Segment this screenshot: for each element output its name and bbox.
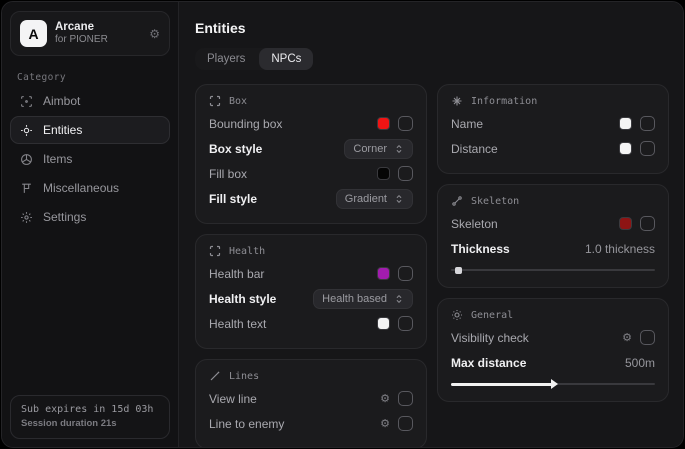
brand-name: Arcane [55, 20, 141, 34]
color-swatch[interactable] [619, 217, 632, 230]
subscription-info: Sub expires in 15d 03h Session duration … [10, 395, 170, 439]
sidebar-item-label: Settings [43, 210, 86, 224]
health-style-dropdown[interactable]: Health based [313, 289, 413, 309]
card-title: Lines [229, 371, 259, 382]
tab-players[interactable]: Players [195, 48, 257, 70]
view-line-gear-icon[interactable]: ⚙ [380, 392, 390, 405]
setting-row: Health bar [209, 261, 413, 286]
sub-expiry-text: Sub expires in 15d 03h [21, 404, 159, 415]
color-swatch[interactable] [377, 317, 390, 330]
chevrons-up-down-icon [394, 194, 404, 204]
crosshair-icon [19, 95, 34, 108]
session-duration-text: Session duration 21s [21, 418, 159, 429]
entities-icon [19, 124, 34, 137]
sidebar-item-label: Items [43, 152, 72, 166]
tab-npcs[interactable]: NPCs [259, 48, 313, 70]
setting-row: Skeleton [451, 211, 655, 236]
health-text-checkbox[interactable] [398, 316, 413, 331]
bounding-box-checkbox[interactable] [398, 116, 413, 131]
setting-row: Box style Corner [209, 136, 413, 161]
brand-subtitle: for PIONER [55, 34, 141, 47]
sidebar-item-items[interactable]: Items [10, 145, 170, 173]
setting-row: Max distance 500m [451, 350, 655, 375]
line-to-enemy-gear-icon[interactable]: ⚙ [380, 417, 390, 430]
setting-row: Thickness 1.0 thickness [451, 236, 655, 261]
slider-thumb[interactable] [455, 267, 462, 274]
setting-row: Health text [209, 311, 413, 336]
gear-icon [19, 211, 34, 224]
settings-gear-icon[interactable]: ⚙ [149, 27, 160, 41]
brand-card: A Arcane for PIONER ⚙ [10, 11, 170, 56]
health-brackets-icon [209, 245, 221, 257]
misc-icon [19, 182, 34, 195]
chevrons-up-down-icon [394, 294, 404, 304]
thickness-slider[interactable] [451, 265, 655, 275]
color-swatch[interactable] [377, 267, 390, 280]
sidebar-item-settings[interactable]: Settings [10, 203, 170, 231]
color-swatch[interactable] [619, 142, 632, 155]
health-bar-checkbox[interactable] [398, 266, 413, 281]
sidebar-item-label: Aimbot [43, 94, 80, 108]
sidebar: A Arcane for PIONER ⚙ Category Aimbot [2, 2, 179, 447]
card-information: Information Name Distance [437, 84, 669, 174]
sidebar-item-label: Entities [43, 123, 82, 137]
card-general: General Visibility check ⚙ Max distance … [437, 298, 669, 402]
page-title: Entities [195, 20, 669, 36]
sidebar-item-entities[interactable]: Entities [10, 116, 170, 144]
name-checkbox[interactable] [640, 116, 655, 131]
sun-icon [451, 309, 463, 321]
box-corners-icon [209, 95, 221, 107]
max-distance-value: 500m [625, 356, 655, 370]
thickness-value: 1.0 thickness [585, 242, 655, 256]
app-window: A Arcane for PIONER ⚙ Category Aimbot [1, 1, 684, 448]
fill-box-checkbox[interactable] [398, 166, 413, 181]
card-title: Information [471, 96, 537, 107]
sidebar-item-aimbot[interactable]: Aimbot [10, 87, 170, 115]
setting-row: Bounding box [209, 111, 413, 136]
card-title: General [471, 310, 513, 321]
card-title: Health [229, 246, 265, 257]
sidebar-nav: Aimbot Entities Items [2, 87, 178, 231]
color-swatch[interactable] [619, 117, 632, 130]
card-title: Box [229, 96, 247, 107]
sparkle-icon [451, 95, 463, 107]
visibility-check-checkbox[interactable] [640, 330, 655, 345]
box-style-dropdown[interactable]: Corner [344, 139, 413, 159]
card-box: Box Bounding box Box style Corner [195, 84, 427, 224]
color-swatch[interactable] [377, 117, 390, 130]
setting-row: Fill style Gradient [209, 186, 413, 211]
setting-row: Fill box [209, 161, 413, 186]
line-to-enemy-checkbox[interactable] [398, 416, 413, 431]
card-lines: Lines View line ⚙ Line to enemy ⚙ [195, 359, 427, 448]
setting-row: Health style Health based [209, 286, 413, 311]
card-skeleton: Skeleton Skeleton Thickness 1.0 thicknes… [437, 184, 669, 288]
card-health: Health Health bar Health style Health ba… [195, 234, 427, 349]
main-panel: Entities Players NPCs Box [179, 2, 683, 447]
target-tabs: Players NPCs [195, 48, 313, 70]
fill-style-dropdown[interactable]: Gradient [336, 189, 413, 209]
chevrons-up-down-icon [394, 144, 404, 154]
sidebar-item-label: Miscellaneous [43, 181, 119, 195]
max-distance-slider[interactable] [451, 379, 655, 389]
cube-icon [19, 153, 34, 166]
distance-checkbox[interactable] [640, 141, 655, 156]
card-title: Skeleton [471, 196, 519, 207]
sidebar-item-miscellaneous[interactable]: Miscellaneous [10, 174, 170, 202]
brand-logo: A [20, 20, 47, 47]
setting-row: Distance [451, 136, 655, 161]
setting-row: Name [451, 111, 655, 136]
diagonal-line-icon [209, 370, 221, 382]
view-line-checkbox[interactable] [398, 391, 413, 406]
setting-row: Line to enemy ⚙ [209, 411, 413, 436]
setting-row: Visibility check ⚙ [451, 325, 655, 350]
bone-icon [451, 195, 463, 207]
skeleton-checkbox[interactable] [640, 216, 655, 231]
category-label: Category [17, 72, 178, 83]
setting-row: View line ⚙ [209, 386, 413, 411]
color-swatch[interactable] [377, 167, 390, 180]
slider-thumb[interactable] [551, 379, 558, 389]
visibility-check-gear-icon[interactable]: ⚙ [622, 331, 632, 344]
